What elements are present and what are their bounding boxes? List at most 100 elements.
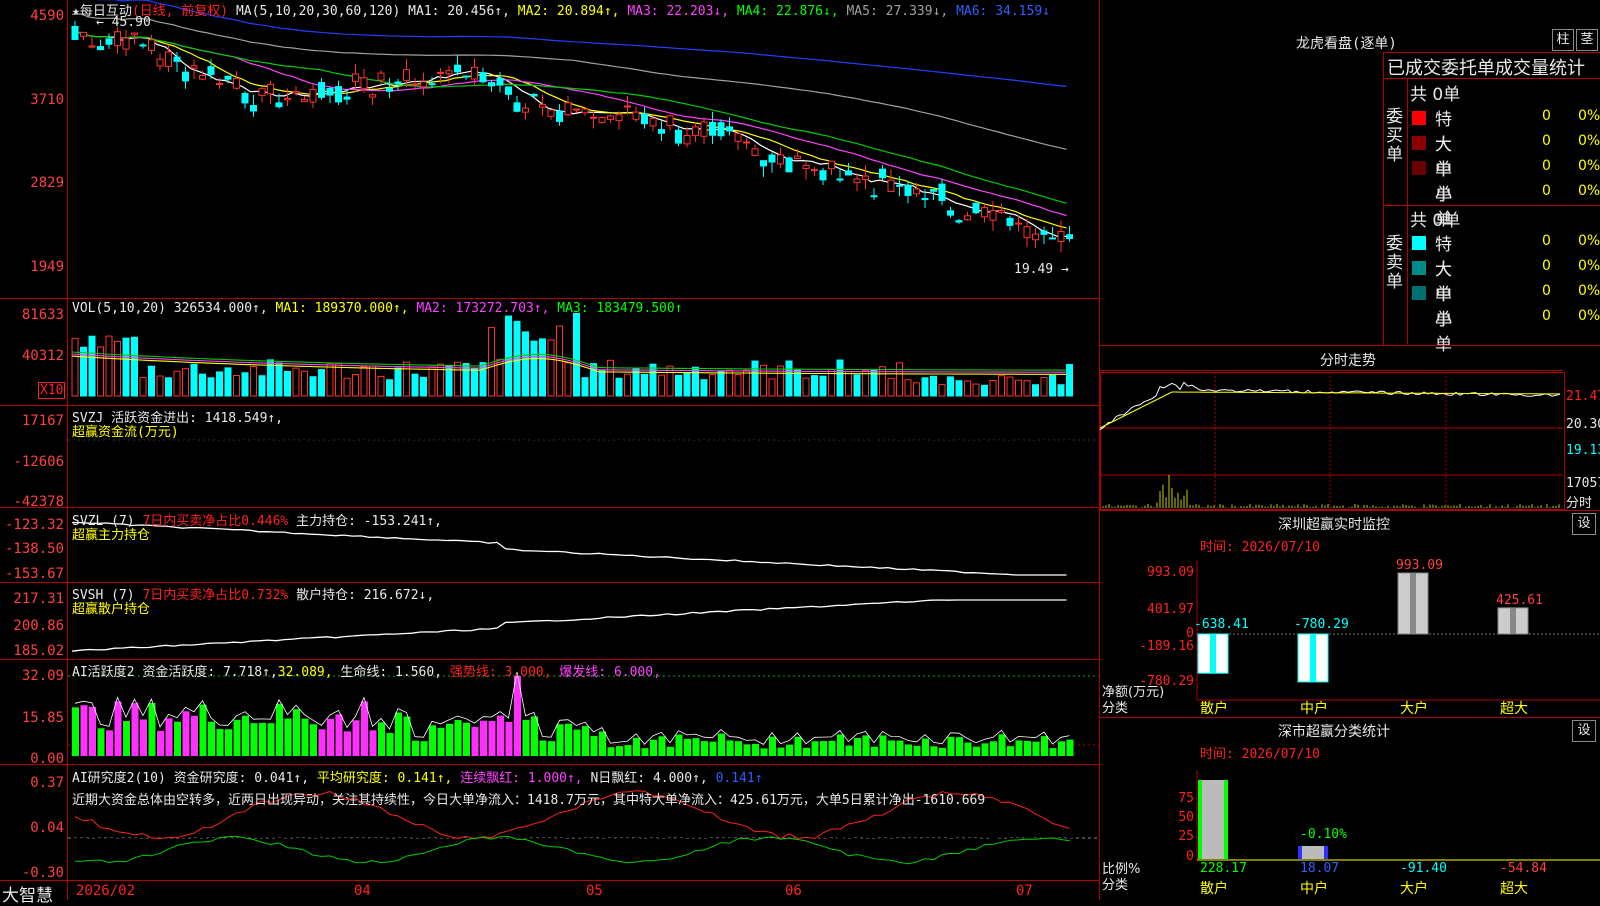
flow-bar	[413, 437, 416, 440]
ai-activity-label: AI活跃度2	[72, 665, 135, 680]
flow-bar	[549, 436, 552, 440]
candle	[930, 189, 937, 192]
date-label: 07	[1016, 883, 1033, 899]
volume-bar	[845, 371, 852, 397]
volume-bar	[615, 377, 623, 397]
volume-bar	[649, 363, 657, 397]
volume-bar	[768, 378, 776, 397]
research-bar	[301, 838, 309, 845]
flow-bar	[693, 436, 697, 440]
stats-settings-button[interactable]: 设	[1572, 720, 1596, 742]
ma-line	[71, 31, 1067, 238]
flow-bar	[1033, 434, 1037, 440]
research-bar	[658, 837, 666, 839]
brand-logo[interactable]: 大智慧	[2, 881, 53, 906]
svsh-axis-label: 200.86	[13, 618, 64, 634]
candle	[1006, 217, 1014, 226]
candle	[173, 56, 181, 62]
flow-bar	[736, 434, 739, 440]
activity-bar	[556, 724, 564, 756]
volume-bar	[190, 363, 198, 397]
volume-bar	[428, 366, 436, 397]
monitor-category-label: 大户	[1400, 700, 1428, 717]
activity-bar	[505, 721, 513, 756]
research-bar	[650, 838, 657, 841]
flow-bar	[948, 434, 952, 440]
candle	[785, 157, 793, 173]
volume-bar	[292, 367, 300, 397]
research-bar	[922, 838, 929, 840]
flow-bar	[651, 440, 654, 448]
ma3-value: MA3: 22.203↓,	[627, 4, 730, 19]
flow-bar	[906, 436, 909, 440]
candle	[360, 77, 368, 89]
candle	[97, 46, 104, 51]
volume-bar	[148, 365, 155, 397]
stats-bar-highlight	[1224, 780, 1228, 859]
activity-bar	[352, 720, 360, 756]
volume-bar	[802, 377, 810, 397]
activity-bar	[616, 746, 623, 756]
vol-ma1: MA1: 189370.000↑,	[275, 301, 409, 316]
research-bar	[403, 838, 411, 845]
flow-bar	[277, 437, 280, 440]
ai-activity-v3: 生命线: 1.560,	[340, 665, 443, 680]
flow-bar	[795, 440, 799, 449]
flow-bar	[770, 435, 773, 440]
research-bar	[964, 838, 972, 845]
activity-bar	[854, 738, 861, 756]
volume-bar	[1006, 376, 1014, 397]
activity-bar	[548, 741, 555, 756]
candle	[981, 207, 988, 218]
flow-bar	[328, 438, 331, 440]
candle	[139, 44, 147, 47]
volume-bar	[1040, 376, 1048, 397]
candle	[879, 168, 886, 179]
flow-bar	[668, 438, 671, 441]
activity-bar	[1015, 740, 1023, 756]
volume-bar	[819, 375, 827, 397]
flow-bar	[217, 433, 221, 440]
activity-bar	[905, 744, 912, 756]
activity-bar	[888, 740, 895, 756]
volume-bar	[887, 377, 895, 397]
candle	[1066, 234, 1073, 240]
candle	[335, 86, 342, 103]
ai-research-v2: 平均研究度: 0.141↑,	[316, 771, 453, 786]
candle	[394, 81, 402, 85]
candle	[1057, 230, 1065, 242]
chart-area[interactable]: ★每日互动(日线, 前复权) MA(5,10,20,30,60,120) MA1…	[0, 0, 1100, 906]
candle	[845, 170, 852, 176]
research-bar	[106, 838, 113, 840]
volume-bar	[785, 360, 793, 397]
research-bar	[837, 837, 844, 839]
research-bar	[327, 833, 334, 838]
activity-bar	[378, 722, 385, 756]
candle	[913, 188, 920, 195]
volume-bar	[360, 366, 368, 397]
research-bar	[522, 836, 530, 838]
volume-bar	[573, 312, 580, 397]
volume-bar	[675, 374, 682, 397]
candle	[632, 111, 640, 120]
flow-bar	[685, 436, 688, 440]
flow-bar	[124, 440, 127, 448]
high-price-marker: ← 45.90	[96, 15, 151, 30]
activity-bar	[259, 722, 266, 756]
candle	[428, 83, 436, 86]
stats-xlabel: 分类	[1102, 878, 1129, 893]
activity-bar	[1066, 739, 1074, 756]
research-bar	[131, 838, 139, 842]
activity-bar	[395, 712, 402, 756]
activity-bar	[80, 705, 88, 756]
research-bar	[565, 833, 572, 838]
activity-bar	[964, 742, 972, 756]
volume-bar	[624, 373, 631, 397]
candle	[326, 87, 334, 96]
research-bar	[1066, 832, 1074, 838]
activity-bar	[301, 718, 309, 756]
flow-bar	[727, 440, 731, 443]
flow-bar	[702, 440, 705, 442]
candle	[488, 82, 495, 87]
flow-bar	[999, 440, 1003, 445]
